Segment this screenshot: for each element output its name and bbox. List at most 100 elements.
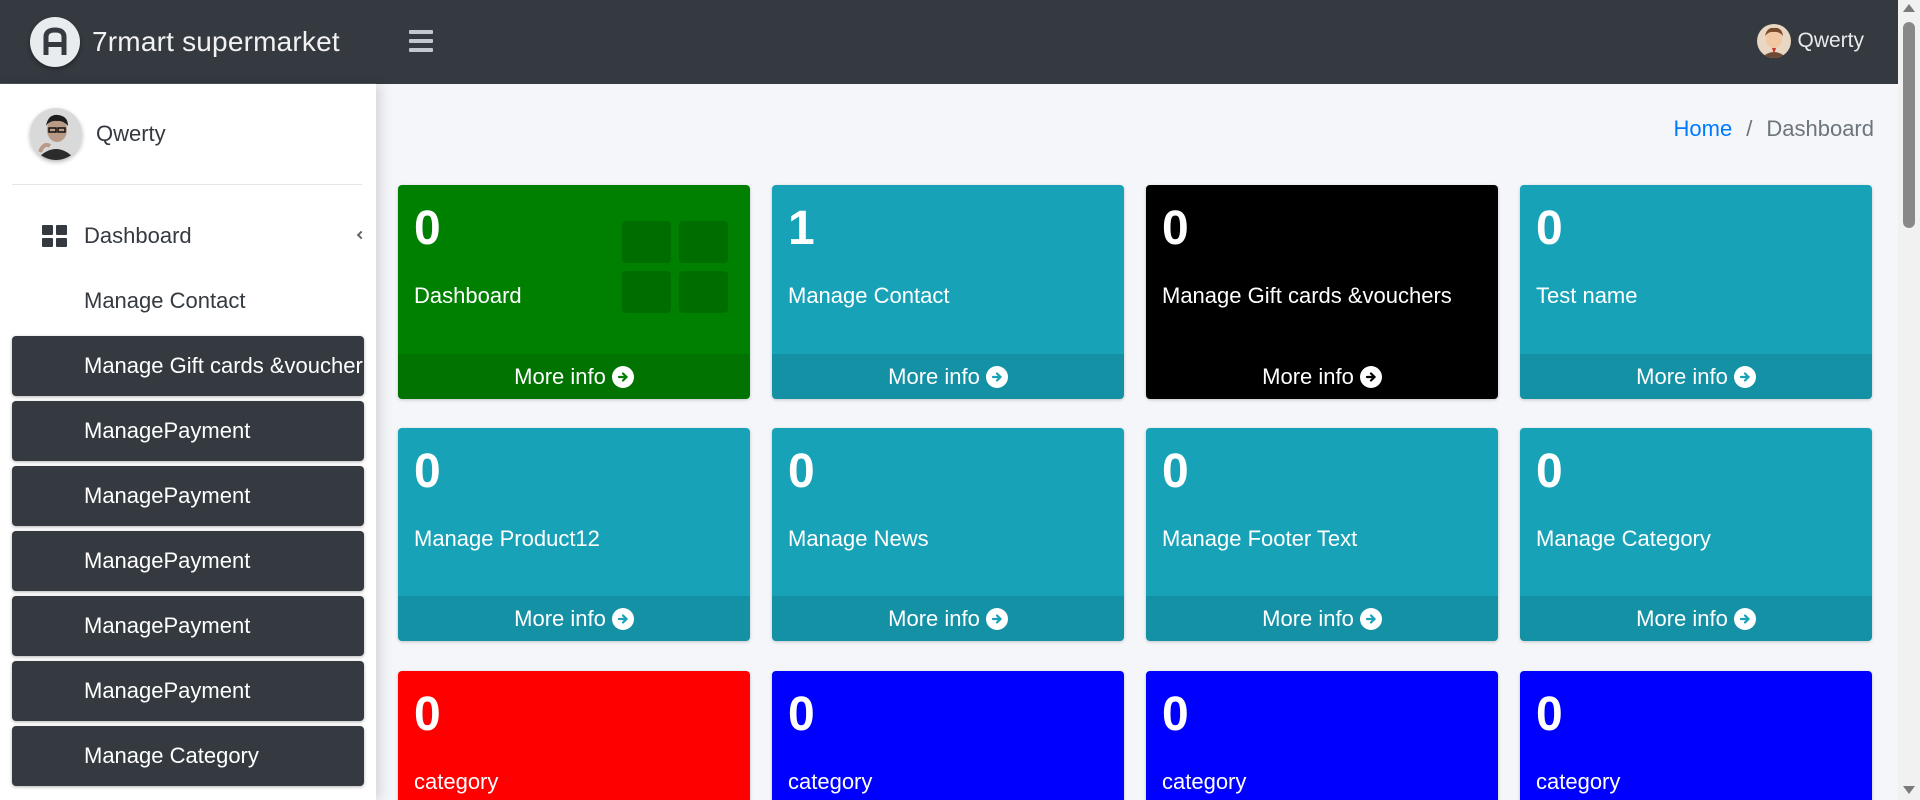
sidebar-item-managepayment[interactable]: ManagePayment <box>12 401 364 461</box>
more-info-link[interactable]: More info <box>772 354 1124 399</box>
breadcrumb: Home / Dashboard <box>1674 116 1874 142</box>
tile-title: category <box>1536 769 1621 794</box>
arrow-circle-right-icon <box>1359 607 1382 630</box>
tile-count: 0 <box>788 688 815 741</box>
more-info-link[interactable]: More info <box>1146 596 1498 641</box>
sidebar-item-managepayment[interactable]: ManagePayment <box>12 596 364 656</box>
tile-category: 0 category <box>398 671 750 800</box>
sidebar-item-managepayment[interactable]: ManagePayment <box>12 466 364 526</box>
sidebar-item-label: ManagePayment <box>84 483 251 508</box>
tile-title: Manage Contact <box>788 283 950 308</box>
tile-category: 0 category <box>1520 671 1872 800</box>
tile-title: Manage Category <box>1536 526 1711 551</box>
sidebar-item-label: Manage Category <box>84 743 259 768</box>
more-info-link[interactable]: More info <box>1520 596 1872 641</box>
dashboard-grid-icon <box>622 221 728 313</box>
sidebar-item-label: Manage Gift cards &voucher <box>84 353 363 378</box>
brand-name: 7rmart supermarket <box>92 25 340 57</box>
more-info-label: More info <box>1636 363 1728 389</box>
sidebar-item-label: ManagePayment <box>84 418 251 443</box>
more-info-link[interactable]: More info <box>772 596 1124 641</box>
more-info-label: More info <box>1262 363 1354 389</box>
tile-title: Dashboard <box>414 283 522 308</box>
brand-link[interactable]: 7rmart supermarket <box>0 0 376 84</box>
top-navbar: 7rmart supermarket Qwerty <box>0 0 1898 84</box>
tile-count: 0 <box>1536 688 1563 741</box>
tile-count: 0 <box>1162 202 1189 255</box>
sidebar-item-manage-category[interactable]: Manage Category <box>12 726 364 786</box>
page-scrollbar[interactable] <box>1898 0 1920 800</box>
hamburger-icon[interactable] <box>408 28 434 54</box>
tile-title: Test name <box>1536 283 1638 308</box>
sidebar-item-label: Dashboard <box>84 223 192 248</box>
tile-count: 0 <box>414 202 441 255</box>
tile-manage-category: 0 Manage Category More info <box>1520 428 1872 641</box>
scroll-up-icon[interactable] <box>1903 4 1915 12</box>
sidebar-item-label: ManagePayment <box>84 548 251 573</box>
tile-count: 0 <box>1162 688 1189 741</box>
sidebar-item-manage-gift-cards[interactable]: Manage Gift cards &voucher <box>12 336 364 396</box>
tile-count: 0 <box>414 445 441 498</box>
chevron-left-icon <box>356 230 364 240</box>
arrow-circle-right-icon <box>1733 607 1756 630</box>
tile-count: 0 <box>788 445 815 498</box>
more-info-label: More info <box>1262 605 1354 631</box>
more-info-link[interactable]: More info <box>398 354 750 399</box>
breadcrumb-home-link[interactable]: Home <box>1674 116 1733 142</box>
arrow-circle-right-icon <box>1359 365 1382 388</box>
more-info-link[interactable]: More info <box>398 596 750 641</box>
sidebar-item-manage-contact[interactable]: Manage Contact <box>12 271 364 331</box>
tile-title: Manage News <box>788 526 929 551</box>
sidebar-item-label: ManagePayment <box>84 678 251 703</box>
tile-count: 0 <box>414 688 441 741</box>
sidebar-item-managepayment[interactable]: ManagePayment <box>12 531 364 591</box>
sidebar-item-dashboard[interactable]: Dashboard <box>12 206 364 266</box>
tile-title: Manage Footer Text <box>1162 526 1358 551</box>
more-info-label: More info <box>514 363 606 389</box>
breadcrumb-separator: / <box>1746 116 1753 141</box>
sidebar-user-panel[interactable]: Qwerty <box>12 84 362 185</box>
tile-manage-contact: 1 Manage Contact More info <box>772 185 1124 399</box>
more-info-link[interactable]: More info <box>1146 354 1498 399</box>
tile-count: 0 <box>1536 202 1563 255</box>
sidebar-item-label: ManagePayment <box>84 613 251 638</box>
arrow-circle-right-icon <box>611 607 634 630</box>
sidebar: Qwerty Dashboard Manage Contact Manage G… <box>0 84 376 800</box>
arrow-circle-right-icon <box>1733 365 1756 388</box>
more-info-label: More info <box>1636 605 1728 631</box>
arrow-circle-right-icon <box>985 365 1008 388</box>
arrow-circle-right-icon <box>611 365 634 388</box>
avatar <box>1757 24 1792 58</box>
breadcrumb-current: Dashboard <box>1766 116 1874 141</box>
tile-title: Manage Product12 <box>414 526 600 551</box>
tile-title: category <box>788 769 873 794</box>
more-info-link[interactable]: More info <box>1520 354 1872 399</box>
avatar <box>30 108 82 160</box>
tile-manage-gift-cards: 0 Manage Gift cards &vouchers More info <box>1146 185 1498 399</box>
more-info-label: More info <box>514 605 606 631</box>
tile-manage-product: 0 Manage Product12 More info <box>398 428 750 641</box>
scroll-down-icon[interactable] <box>1903 786 1915 794</box>
tile-title: category <box>414 769 499 794</box>
tile-title: Manage Gift cards &vouchers <box>1162 283 1452 308</box>
tile-category: 0 category <box>772 671 1124 800</box>
sidebar-menu: Dashboard Manage Contact Manage Gift car… <box>12 206 364 791</box>
tile-count: 0 <box>1162 445 1189 498</box>
tile-test-name: 0 Test name More info <box>1520 185 1872 399</box>
tile-manage-footer-text: 0 Manage Footer Text More info <box>1146 428 1498 641</box>
more-info-label: More info <box>888 605 980 631</box>
sidebar-item-label: Manage Contact <box>84 288 246 313</box>
navbar-user-name: Qwerty <box>1797 29 1864 52</box>
tile-manage-news: 0 Manage News More info <box>772 428 1124 641</box>
sidebar-user-name: Qwerty <box>96 121 166 146</box>
arrow-circle-right-icon <box>985 607 1008 630</box>
dashboard-grid-icon <box>42 225 67 247</box>
navbar-user-menu[interactable]: Qwerty <box>1757 24 1864 58</box>
letter-a-logo-icon <box>30 16 80 67</box>
tile-title: category <box>1162 769 1247 794</box>
scrollbar-thumb[interactable] <box>1903 22 1915 228</box>
more-info-label: More info <box>888 363 980 389</box>
tile-category: 0 category <box>1146 671 1498 800</box>
tile-count: 0 <box>1536 445 1563 498</box>
sidebar-item-managepayment[interactable]: ManagePayment <box>12 661 364 721</box>
